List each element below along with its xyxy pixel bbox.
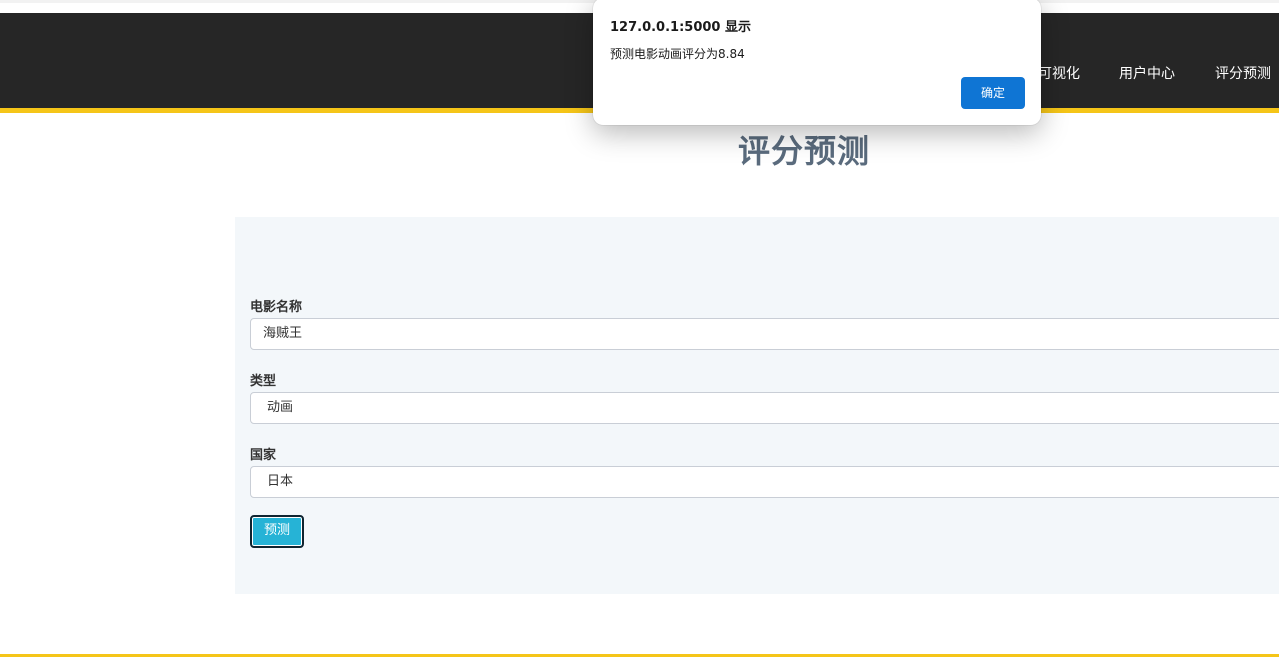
nav-link-rating-prediction[interactable]: 评分预测 <box>1215 61 1271 87</box>
genre-label: 类型 <box>250 374 277 389</box>
country-label: 国家 <box>250 448 277 463</box>
page: 可视化 用户中心 评分预测 评分预测 电影名称 海贼王 类型 动画 国家 日本 … <box>0 0 1279 657</box>
alert-dialog: 127.0.0.1:5000 显示 预测电影动画评分为8.84 确定 <box>593 0 1041 125</box>
movie-name-input[interactable]: 海贼王 <box>250 318 1279 350</box>
movie-name-label: 电影名称 <box>250 300 303 315</box>
alert-ok-button[interactable]: 确定 <box>961 77 1025 109</box>
country-select[interactable]: 日本 <box>250 466 1279 498</box>
nav-link-visualization[interactable]: 可视化 <box>1038 61 1080 87</box>
nav-link-user-center[interactable]: 用户中心 <box>1119 61 1175 87</box>
alert-title: 127.0.0.1:5000 显示 <box>610 20 751 35</box>
prediction-form: 电影名称 海贼王 类型 动画 国家 日本 预测 <box>235 217 1279 594</box>
predict-button[interactable]: 预测 <box>250 515 304 548</box>
genre-select[interactable]: 动画 <box>250 392 1279 424</box>
alert-message: 预测电影动画评分为8.84 <box>610 47 745 61</box>
page-title: 评分预测 <box>737 132 870 170</box>
